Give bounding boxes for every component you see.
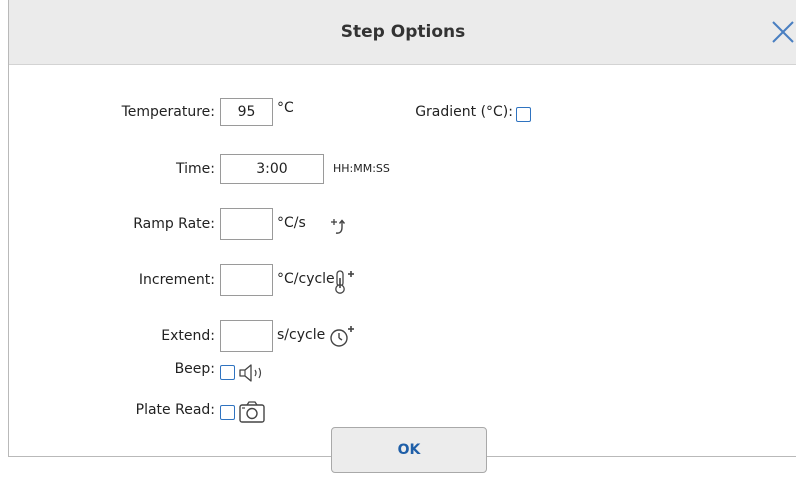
- ramp-rate-unit: °C/s: [277, 215, 306, 231]
- temperature-input[interactable]: [220, 98, 273, 126]
- gradient-label: Gradient (°C):: [415, 104, 513, 120]
- plate-read-checkbox[interactable]: [220, 405, 235, 420]
- dialog-title: Step Options: [340, 22, 466, 42]
- temperature-label: Temperature:: [121, 104, 215, 120]
- ramp-rate-label: Ramp Rate:: [133, 216, 215, 232]
- speaker-icon: [239, 364, 262, 382]
- gradient-checkbox[interactable]: [516, 107, 531, 122]
- clock-plus-icon: [330, 326, 354, 347]
- time-input[interactable]: [220, 154, 324, 184]
- increment-label: Increment:: [138, 272, 215, 288]
- camera-icon: [239, 401, 265, 423]
- increment-unit: °C/cycle: [277, 271, 335, 287]
- increment-input[interactable]: [220, 264, 273, 296]
- step-options-dialog: Step Options Temperature: °C Gradient (°…: [8, 0, 796, 473]
- close-icon: [772, 21, 794, 43]
- temperature-unit: °C: [277, 100, 294, 116]
- time-unit: HH:MM:SS: [333, 162, 390, 175]
- title-bar: Step Options: [9, 0, 796, 65]
- close-button[interactable]: [769, 16, 796, 48]
- ok-button[interactable]: OK: [331, 427, 487, 473]
- ramp-rate-input[interactable]: [220, 208, 273, 240]
- beep-checkbox[interactable]: [220, 365, 235, 380]
- thermometer-plus-icon: [335, 270, 354, 294]
- plate-read-label: Plate Read:: [135, 402, 215, 418]
- extend-unit: s/cycle: [277, 327, 326, 343]
- extend-input[interactable]: [220, 320, 273, 352]
- time-label: Time:: [176, 161, 215, 177]
- ramp-rate-icon: [331, 219, 346, 234]
- beep-label: Beep:: [174, 361, 215, 377]
- extend-label: Extend:: [161, 328, 215, 344]
